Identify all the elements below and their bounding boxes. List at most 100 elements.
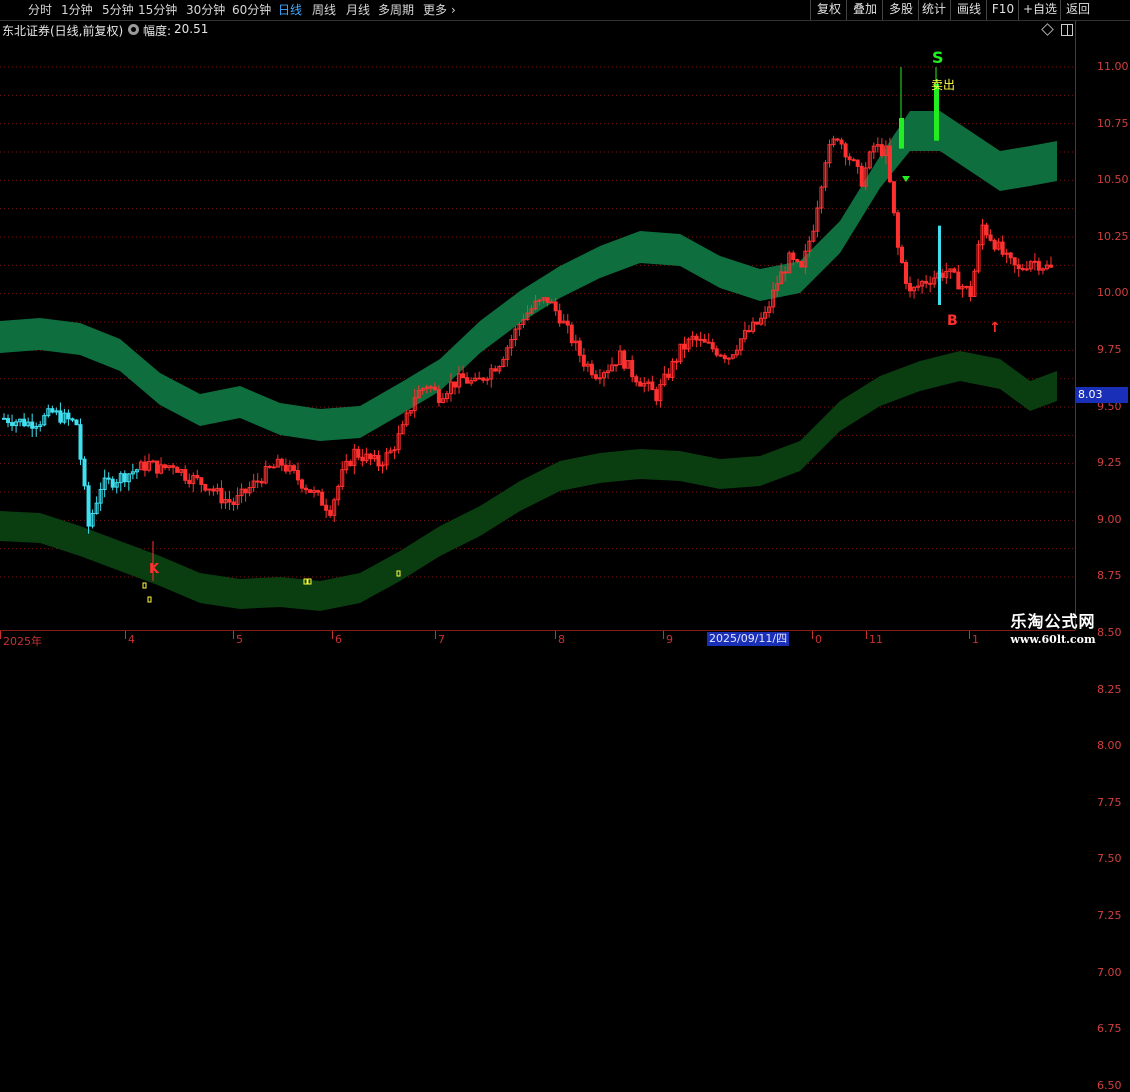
candle-body (968, 285, 973, 298)
period-7[interactable]: 周线 (312, 2, 336, 18)
candle-body (622, 350, 627, 369)
candle-body (436, 389, 441, 403)
candle-body (674, 360, 679, 363)
candle-body (799, 261, 804, 268)
toolbar-button-5[interactable]: F10 (986, 0, 1019, 20)
candle-body (557, 310, 562, 324)
candle-body (291, 465, 296, 472)
candle-body (847, 156, 852, 161)
candle-body (698, 338, 703, 341)
candle-body (50, 408, 55, 413)
toolbar-button-0[interactable]: 复权 (810, 0, 847, 20)
price-tick: 10.00 (1097, 286, 1129, 300)
candle-body (988, 234, 993, 241)
candle-body (666, 373, 671, 378)
candle-body (324, 504, 329, 511)
candle-body (702, 338, 707, 343)
date-tick: 8 (558, 633, 565, 646)
period-6[interactable]: 日线 (278, 2, 302, 18)
candle-body (368, 453, 373, 460)
period-9[interactable]: 多周期 (378, 2, 414, 18)
date-tick: 6 (335, 633, 342, 646)
period-toolbar: 分时 1分钟 5分钟 15分钟 30分钟 60分钟 日线 周线 月线 多周期 更多 › 复权 叠加 多股 统计… (0, 0, 1130, 21)
more-chevron-icon[interactable]: › (451, 2, 456, 18)
price-tick: 8.25 (1097, 682, 1122, 696)
candle-body (10, 422, 15, 427)
candle-body (163, 464, 168, 469)
price-tick: 6.50 (1097, 1078, 1122, 1092)
period-4[interactable]: 30分钟 (186, 2, 225, 18)
price-tick: 9.00 (1097, 512, 1122, 526)
candle-body (481, 377, 486, 381)
date-tick-mark (812, 631, 813, 639)
period-2[interactable]: 5分钟 (102, 2, 134, 18)
candle-body (106, 477, 111, 480)
candle-body (577, 340, 582, 356)
date-tick: 4 (128, 633, 135, 646)
candle-body (279, 458, 284, 466)
candle-body (211, 488, 216, 492)
signal-marker (142, 582, 147, 589)
candle-body (843, 143, 848, 158)
candle-body (851, 159, 856, 162)
candle-body (183, 469, 188, 481)
toolbar-button-7[interactable]: 返回 (1060, 0, 1095, 20)
candle-body (453, 381, 458, 388)
date-tick-mark (555, 631, 556, 639)
candle-body (992, 239, 997, 250)
candle-body (271, 466, 276, 469)
period-1[interactable]: 1分钟 (61, 2, 93, 18)
candle-body (706, 341, 711, 344)
candle-body (908, 282, 913, 292)
candle-body (199, 477, 204, 485)
candle-body (650, 381, 655, 391)
candle-body (879, 144, 884, 157)
toolbar-button-1[interactable]: 叠加 (846, 0, 883, 20)
candle-body (714, 348, 719, 356)
candlestick-chart[interactable] (0, 21, 1075, 630)
date-tick-mark (125, 631, 126, 639)
candle-body (320, 491, 325, 506)
candle-body (630, 360, 635, 378)
candle-body (308, 489, 313, 493)
cursor-date-label: 2025/09/11/四 (707, 632, 790, 646)
candle-body (74, 419, 79, 426)
candle-body (122, 473, 127, 483)
period-5[interactable]: 60分钟 (232, 2, 271, 18)
candle-body (859, 165, 864, 187)
toolbar-button-4[interactable]: 画线 (950, 0, 987, 20)
candle-body (493, 368, 498, 372)
period-8[interactable]: 月线 (346, 2, 370, 18)
toolbar-button-2[interactable]: 多股 (882, 0, 919, 20)
candle-body (328, 509, 333, 516)
date-tick: 0 (815, 633, 822, 646)
candle-body (1036, 260, 1041, 271)
candle-body (1024, 268, 1029, 271)
candle-body (22, 418, 27, 427)
candle-body (638, 381, 643, 387)
candle-body (110, 478, 115, 488)
candle-body (783, 271, 788, 274)
candle-body (1032, 260, 1037, 263)
watermark: 乐淘公式网 www.60lt.com (992, 608, 1114, 646)
toolbar-button-3[interactable]: 统计 (918, 0, 949, 20)
candle-body (549, 301, 554, 304)
price-tick: 8.75 (1097, 569, 1122, 583)
signal-marker (147, 596, 152, 603)
price-tick: 10.25 (1097, 229, 1129, 243)
period-10[interactable]: 更多 (423, 2, 447, 18)
candle-body (477, 377, 482, 380)
candle-body (171, 465, 176, 468)
buy-arrow-icon: ↑ (989, 320, 1001, 336)
candle-body (1020, 268, 1025, 271)
period-3[interactable]: 15分钟 (138, 2, 177, 18)
toolbar-button-6[interactable]: +自选 (1018, 0, 1061, 20)
candle-body (791, 252, 796, 261)
period-0[interactable]: 分时 (28, 2, 52, 18)
candle-body (316, 490, 321, 493)
candle-body (589, 363, 594, 376)
candle-body (376, 454, 381, 467)
candle-body (545, 297, 550, 303)
candle-body (565, 320, 570, 326)
low-marker: K (149, 562, 160, 577)
